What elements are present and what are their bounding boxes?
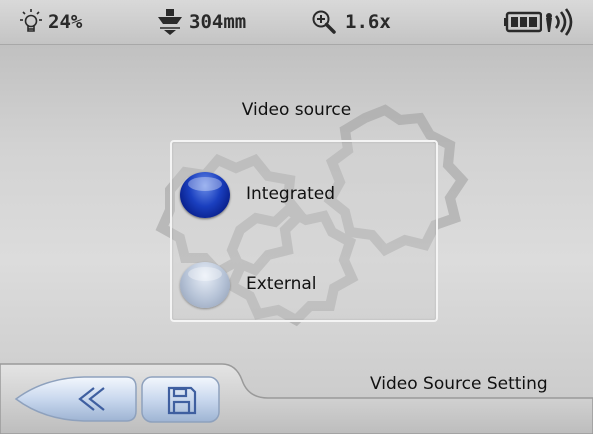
option-label[interactable]: External xyxy=(246,274,317,294)
option-integrated[interactable]: Integrated xyxy=(180,172,430,220)
status-bar: 24% 304mm 1.6x xyxy=(0,0,593,45)
bulb-icon xyxy=(18,8,44,36)
dialog-title: Video source xyxy=(241,100,352,120)
zoom-indicator: 1.6x xyxy=(311,8,391,36)
radio-selected-icon[interactable] xyxy=(180,172,230,218)
radio-unselected-icon[interactable] xyxy=(180,262,230,308)
brightness-indicator: 24% xyxy=(18,8,82,36)
distance-value: 304mm xyxy=(189,11,247,33)
distance-indicator: 304mm xyxy=(155,8,246,36)
screen-name-label: Video Source Setting xyxy=(370,374,548,394)
brightness-value: 24% xyxy=(48,11,83,33)
back-button[interactable] xyxy=(14,374,140,428)
battery-indicator xyxy=(504,8,542,36)
video-source-options-panel: Integrated External xyxy=(170,140,438,322)
save-button[interactable] xyxy=(141,376,221,428)
screen: 24% 304mm 1.6x Video source Integrated E… xyxy=(0,0,593,434)
wireless-signal-icon xyxy=(543,8,577,36)
zoom-value: 1.6x xyxy=(345,11,391,33)
signal-indicator xyxy=(543,8,577,36)
zoom-in-icon xyxy=(311,8,337,36)
option-external[interactable]: External xyxy=(180,262,430,310)
option-label[interactable]: Integrated xyxy=(246,184,335,204)
battery-icon xyxy=(504,11,542,33)
probe-distance-icon xyxy=(155,8,185,36)
